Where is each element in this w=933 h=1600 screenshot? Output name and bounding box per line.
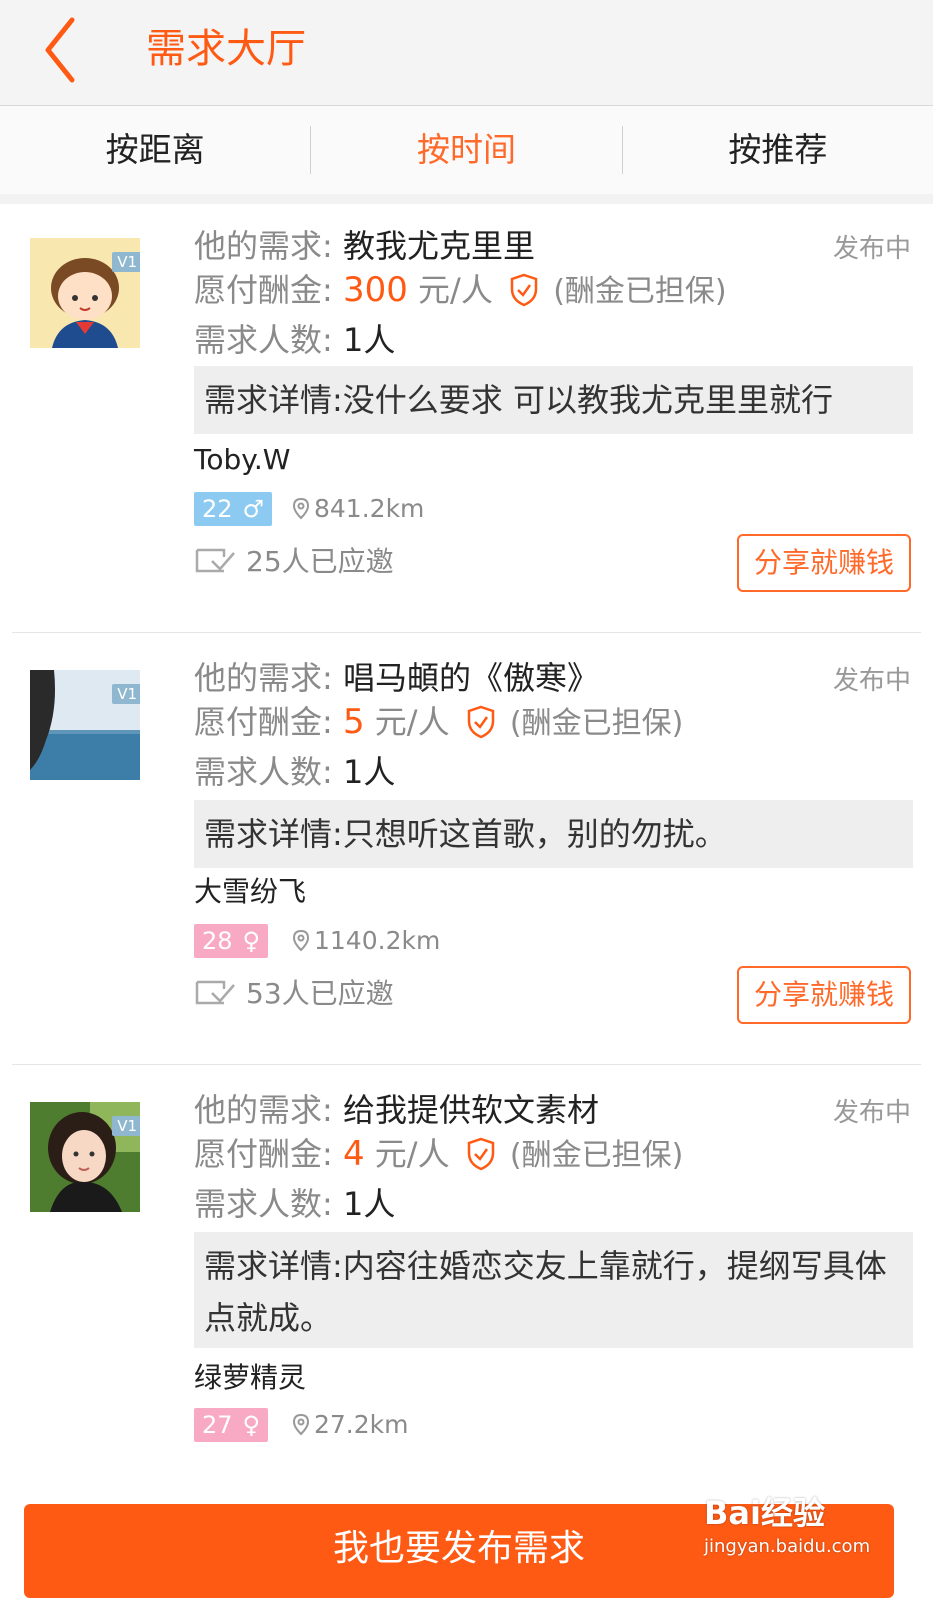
demand-label: 他的需求:: [194, 1091, 333, 1129]
invited-count: 25人已应邀: [194, 542, 394, 582]
watermark-logo: Bai经验: [704, 1494, 825, 1532]
tab-by-recommend[interactable]: 按推荐: [623, 106, 933, 194]
count-value: 1人: [342, 753, 396, 791]
divider: [12, 1064, 921, 1065]
demand-line: 他的需求: 给我提供软文素材: [194, 1090, 599, 1130]
top-bar: 需求大厅: [0, 0, 933, 106]
demand-label: 他的需求:: [194, 227, 333, 265]
age-gender-badge: 27 ♀: [194, 1408, 269, 1442]
distance: 1140.2km: [292, 924, 440, 958]
user-name: Toby.W: [194, 443, 291, 476]
reward-amount: 4: [342, 1134, 365, 1174]
count-line: 需求人数: 1人: [194, 1184, 395, 1224]
count-value: 1人: [342, 1185, 396, 1223]
demand-card[interactable]: V1 他的需求: 唱马頔的《傲寒》 发布中 愿付酬金: 5 元/人 (酬金已担保…: [0, 636, 933, 1068]
count-line: 需求人数: 1人: [194, 320, 395, 360]
back-button[interactable]: [38, 14, 88, 86]
reward-unit: 元/人: [374, 1135, 450, 1173]
demand-title: 教我尤克里里: [342, 227, 535, 265]
reward-label: 愿付酬金:: [194, 271, 333, 309]
reward-unit: 元/人: [374, 703, 450, 741]
baidu-jingyan-watermark: Bai经验 jingyan.baidu.com: [700, 1470, 890, 1580]
chevron-left-icon: [45, 17, 75, 83]
status-badge: 发布中: [832, 234, 911, 264]
share-earn-button[interactable]: 分享就赚钱: [737, 534, 911, 592]
reward-amount: 5: [342, 702, 365, 742]
count-label: 需求人数:: [194, 753, 333, 791]
male-icon: ♂: [242, 495, 265, 523]
guarantee-text: (酬金已担保): [509, 1138, 684, 1173]
divider: [12, 632, 921, 633]
invited-text: 53人已应邀: [246, 977, 394, 1010]
female-icon: ♀: [242, 1411, 261, 1439]
distance: 27.2km: [292, 1408, 409, 1442]
demand-detail: 需求详情:没什么要求 可以教我尤克里里就行: [194, 366, 913, 434]
demand-card[interactable]: V1 他的需求: 教我尤克里里 发布中 愿付酬金: 300 元/人 (酬金已担保…: [0, 204, 933, 636]
vip-badge: V1: [112, 1116, 140, 1136]
shield-check-icon: [467, 705, 494, 739]
count-label: 需求人数:: [194, 1185, 333, 1223]
reward-line: 愿付酬金: 4 元/人 (酬金已担保): [194, 1134, 683, 1176]
age-gender-badge: 22 ♂: [194, 492, 273, 526]
invited-text: 25人已应邀: [246, 545, 394, 578]
status-badge: 发布中: [832, 666, 911, 696]
invited-count: 53人已应邀: [194, 974, 394, 1014]
check-message-icon: [195, 548, 235, 573]
age-value: 22: [202, 495, 233, 523]
reward-line: 愿付酬金: 5 元/人 (酬金已担保): [194, 702, 683, 744]
distance-value: 1140.2km: [314, 926, 441, 955]
status-badge: 发布中: [832, 1098, 911, 1128]
demand-line: 他的需求: 教我尤克里里: [194, 226, 535, 266]
demand-line: 他的需求: 唱马頔的《傲寒》: [194, 658, 599, 698]
count-value: 1人: [342, 321, 396, 359]
reward-unit: 元/人: [418, 271, 493, 309]
demand-detail: 需求详情:只想听这首歌，别的勿扰。: [194, 800, 913, 868]
shield-check-icon: [467, 1137, 494, 1171]
user-name: 绿萝精灵: [194, 1361, 307, 1394]
demand-title: 唱马頔的《傲寒》: [342, 659, 599, 697]
vip-badge: V1: [112, 684, 140, 704]
tab-by-time[interactable]: 按时间: [311, 106, 621, 194]
age-value: 28: [202, 927, 233, 955]
tab-by-distance[interactable]: 按距离: [0, 106, 310, 194]
distance: 841.2km: [292, 492, 424, 526]
location-pin-icon: [292, 930, 310, 952]
page-title: 需求大厅: [146, 26, 306, 72]
watermark-url: jingyan.baidu.com: [704, 1536, 871, 1557]
avatar[interactable]: V1: [30, 670, 140, 780]
share-earn-button[interactable]: 分享就赚钱: [737, 966, 911, 1024]
reward-label: 愿付酬金:: [194, 1135, 333, 1173]
vip-badge: V1: [112, 252, 140, 272]
distance-value: 841.2km: [314, 494, 425, 523]
guarantee-text: (酬金已担保): [553, 274, 727, 309]
demand-list: V1 他的需求: 教我尤克里里 发布中 愿付酬金: 300 元/人 (酬金已担保…: [0, 204, 933, 1500]
sort-tabs: 按距离 按时间 按推荐: [0, 106, 933, 194]
location-pin-icon: [292, 498, 310, 520]
age-value: 27: [202, 1411, 233, 1439]
shield-check-icon: [510, 273, 538, 307]
count-line: 需求人数: 1人: [194, 752, 395, 792]
age-gender-badge: 28 ♀: [194, 924, 269, 958]
guarantee-text: (酬金已担保): [509, 706, 684, 741]
distance-value: 27.2km: [314, 1410, 409, 1439]
demand-detail: 需求详情:内容往婚恋交友上靠就行，提纲写具体点就成。: [194, 1232, 913, 1348]
avatar[interactable]: V1: [30, 1102, 140, 1212]
reward-line: 愿付酬金: 300 元/人 (酬金已担保): [194, 270, 727, 312]
demand-title: 给我提供软文素材: [342, 1091, 599, 1129]
demand-card[interactable]: V1 他的需求: 给我提供软文素材 发布中 愿付酬金: 4 元/人 (酬金已担保…: [0, 1068, 933, 1500]
count-label: 需求人数:: [194, 321, 333, 359]
location-pin-icon: [292, 1414, 310, 1436]
user-name: 大雪纷飞: [194, 875, 307, 908]
female-icon: ♀: [242, 927, 261, 955]
avatar[interactable]: V1: [30, 238, 140, 348]
reward-amount: 300: [342, 270, 408, 310]
demand-label: 他的需求:: [194, 659, 333, 697]
check-message-icon: [195, 980, 235, 1005]
reward-label: 愿付酬金:: [194, 703, 333, 741]
